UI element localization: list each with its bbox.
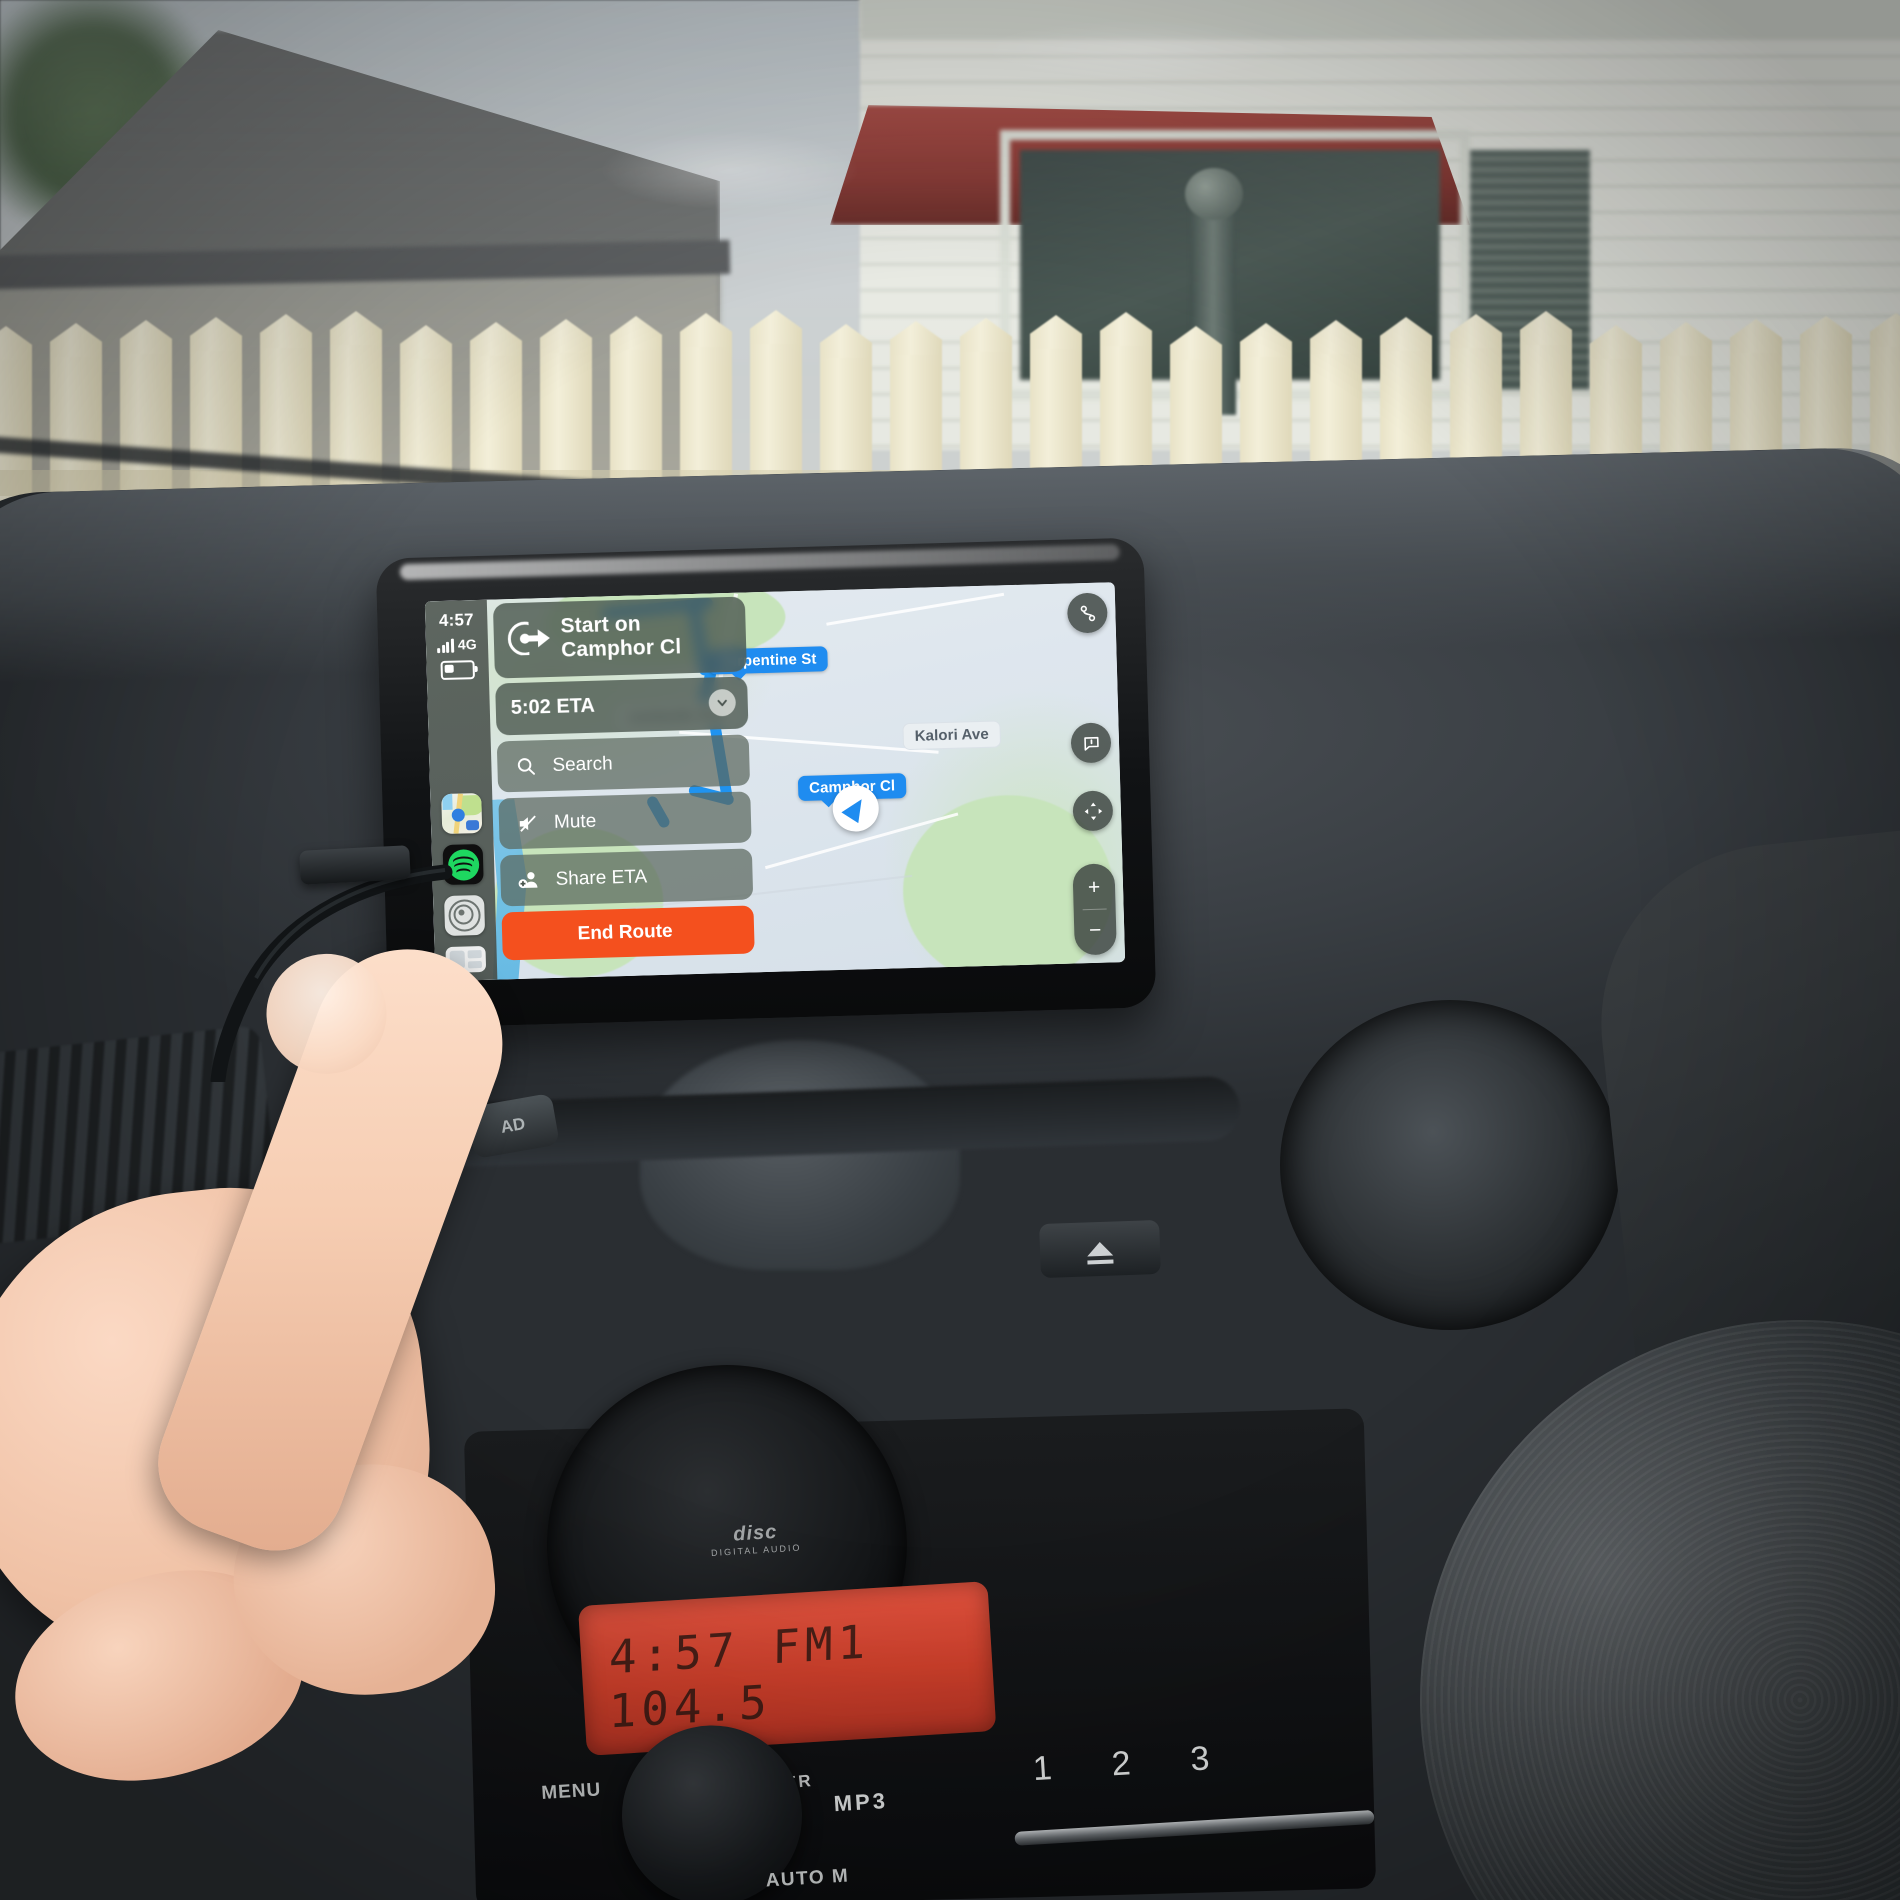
eject-button[interactable] — [1039, 1219, 1161, 1279]
search-icon — [513, 753, 539, 779]
share-eta-menu-item[interactable]: Share ETA — [499, 848, 754, 907]
maneuver-line-1: Start on — [560, 612, 641, 638]
status-signal-row: 4G — [437, 636, 477, 654]
cd-logo: disc DIGITAL AUDIO — [710, 1520, 802, 1558]
windshield-smudge — [600, 130, 860, 210]
carplay-screen: Turpentine St oselands Ave Kalori Ave Ca… — [424, 582, 1126, 982]
mute-menu-label: Mute — [553, 810, 597, 833]
mute-menu-item[interactable]: Mute — [498, 791, 752, 850]
maneuver-text: Start on Camphor Cl — [560, 611, 681, 661]
route-overview-icon — [1080, 605, 1095, 621]
end-route-label: End Route — [577, 920, 673, 945]
search-menu-label: Search — [552, 752, 613, 776]
chevron-down-icon[interactable] — [708, 688, 737, 717]
eta-row[interactable]: 5:02 ETA — [495, 676, 749, 736]
mp3-label: MP3 — [832, 1787, 889, 1817]
usb-connector-plug — [299, 845, 411, 885]
zoom-out-button[interactable]: − — [1077, 913, 1114, 948]
cellular-bars-icon — [437, 638, 455, 654]
nav-action-menu: Search Mute Share ETA End Route — [496, 734, 755, 961]
preset-button-1[interactable]: 1 — [1032, 1749, 1053, 1789]
mute-icon — [515, 810, 541, 836]
status-clock: 4:57 — [438, 610, 474, 631]
search-menu-item[interactable]: Search — [496, 734, 751, 793]
status-network-label: 4G — [457, 636, 477, 653]
preset-button-2[interactable]: 2 — [1111, 1744, 1132, 1784]
eta-label: 5:02 ETA — [510, 694, 596, 720]
eject-icon — [1086, 1241, 1114, 1257]
user-hand — [0, 922, 705, 1900]
route-overview-button[interactable] — [1066, 592, 1108, 634]
report-incident-icon — [1083, 736, 1099, 751]
map-control-stack — [1066, 592, 1108, 634]
carplay-display-device: Turpentine St oselands Ave Kalori Ave Ca… — [375, 537, 1157, 1029]
screenshot-scene: disc DIGITAL AUDIO 4:57 FM1 104.5 VOL PU… — [0, 0, 1900, 1900]
maps-app-icon[interactable] — [441, 792, 483, 835]
share-eta-menu-label: Share ETA — [555, 865, 648, 890]
round-air-vent — [1280, 1000, 1620, 1330]
pan-recenter-icon — [1084, 802, 1102, 820]
maneuver-line-2: Camphor Cl — [560, 634, 682, 662]
end-route-button[interactable]: End Route — [501, 905, 755, 961]
preset-button-3[interactable]: 3 — [1189, 1739, 1210, 1779]
map-zoom-controls: + − — [1072, 863, 1117, 956]
verandah-post-finial — [1185, 168, 1243, 220]
u-turn-start-arrow-icon — [507, 619, 551, 660]
maneuver-banner[interactable]: Start on Camphor Cl — [492, 596, 747, 679]
zoom-in-button[interactable]: + — [1076, 870, 1113, 905]
windshield-smudge-2 — [980, 20, 1300, 80]
navigation-panel: Start on Camphor Cl 5:02 ETA Search Mute… — [492, 596, 755, 961]
battery-icon — [440, 660, 475, 681]
share-eta-person-icon — [516, 867, 542, 893]
street-label-kalori: Kalori Ave — [902, 720, 1002, 751]
